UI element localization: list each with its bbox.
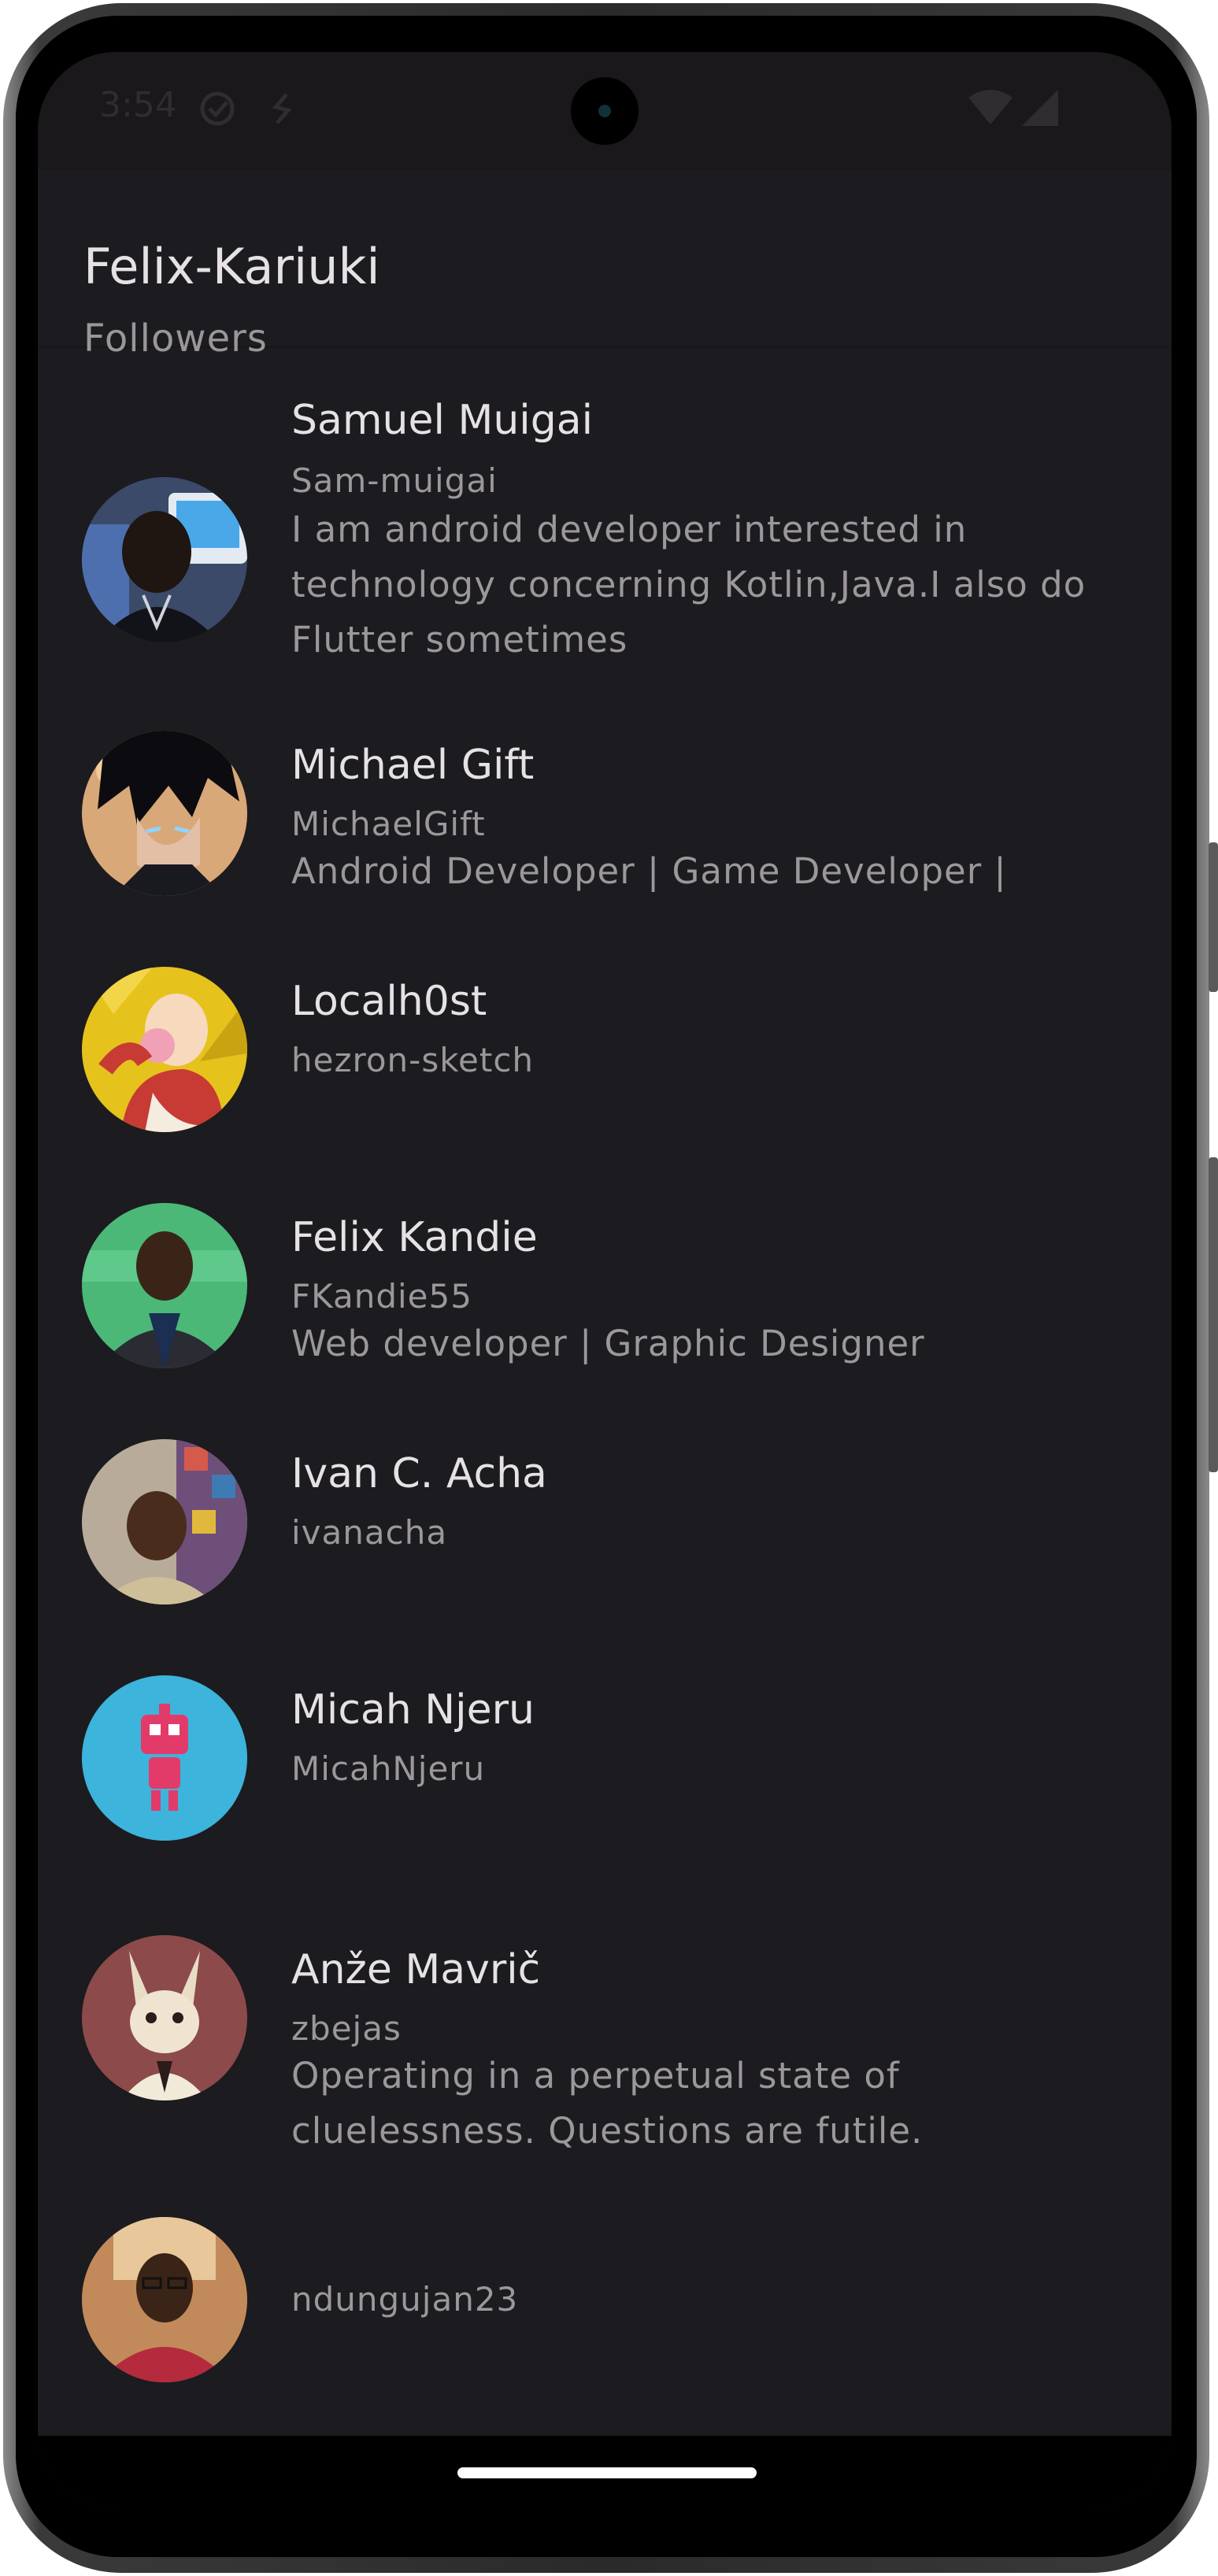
top-app-bar: Felix-Kariuki Followers	[38, 170, 1172, 361]
screen: 3:54 Felix-Kariuki Followers Samuel Muig…	[38, 52, 1172, 2508]
follower-name: Micah Njeru	[291, 1686, 535, 1734]
follower-name: Michael Gift	[291, 742, 535, 789]
follower-name: Localh0st	[291, 978, 487, 1025]
volume-button	[1209, 1157, 1218, 1472]
avatar	[82, 1439, 247, 1604]
avatar	[82, 967, 247, 1132]
list-item[interactable]: Localh0st hezron-sketch	[38, 931, 1172, 1167]
follower-login: Sam-muigai	[291, 461, 498, 500]
navigation-bar	[38, 2436, 1172, 2508]
wifi-icon	[968, 90, 1013, 132]
phone-device: 3:54 Felix-Kariuki Followers Samuel Muig…	[0, 0, 1218, 2576]
follower-login: zbejas	[291, 2009, 402, 2048]
list-item[interactable]: Michael Gift MichaelGift Android Develop…	[38, 694, 1172, 931]
followers-list[interactable]: Samuel Muigai Sam-muigai I am android de…	[38, 348, 1172, 2436]
follower-login: MichaelGift	[291, 805, 486, 843]
follower-login: ivanacha	[291, 1513, 448, 1552]
follower-name: Samuel Muigai	[291, 397, 594, 444]
follower-name: Anže Mavrič	[291, 1946, 541, 1993]
power-button	[1209, 842, 1218, 992]
page-title: Felix-Kariuki	[83, 238, 380, 295]
avatar	[82, 1675, 247, 1841]
status-bar: 3:54	[38, 52, 1172, 170]
follower-name: Felix Kandie	[291, 1214, 538, 1261]
list-item[interactable]: Ivan C. Acha ivanacha	[38, 1403, 1172, 1639]
follower-login: FKandie55	[291, 1277, 472, 1316]
follower-login: MicahNjeru	[291, 1749, 486, 1788]
follower-login: hezron-sketch	[291, 1041, 535, 1079]
follower-name: Ivan C. Acha	[291, 1450, 547, 1497]
status-time: 3:54	[99, 85, 177, 125]
follower-bio: Operating in a perpetual state of cluele…	[291, 2055, 924, 2152]
avatar	[82, 1203, 247, 1368]
check-circle-icon	[198, 90, 236, 135]
follower-login: ndungujan23	[291, 2280, 519, 2319]
list-item[interactable]: Felix Kandie FKandie55 Web developer | G…	[38, 1167, 1172, 1403]
avatar	[82, 731, 247, 896]
list-item[interactable]: Micah Njeru MicahNjeru	[38, 1639, 1172, 1899]
list-item[interactable]: ndungujan23	[38, 2190, 1172, 2436]
signal-icon	[1022, 90, 1058, 134]
front-camera	[571, 77, 639, 145]
avatar	[82, 477, 247, 642]
sync-icon	[266, 90, 298, 135]
follower-bio: I am android developer interested in tec…	[291, 509, 1087, 661]
follower-bio: Android Developer | Game Developer |	[291, 850, 1007, 892]
list-item[interactable]: Anže Mavrič zbejas Operating in a perpet…	[38, 1899, 1172, 2190]
list-item[interactable]: Samuel Muigai Sam-muigai I am android de…	[38, 348, 1172, 694]
avatar	[82, 2217, 247, 2382]
home-gesture-handle[interactable]	[457, 2467, 757, 2478]
avatar	[82, 1935, 247, 2100]
follower-bio: Web developer | Graphic Designer	[291, 1323, 925, 1364]
